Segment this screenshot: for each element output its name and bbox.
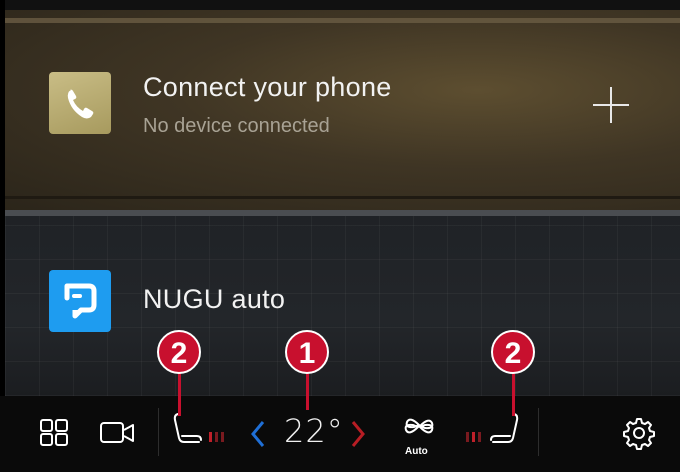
app-grid-icon[interactable] [40, 419, 70, 452]
bar-divider [158, 408, 159, 456]
temperature-callout: 1 [285, 330, 329, 374]
left-seat-callout: 2 [157, 330, 201, 374]
infotainment-screen: Connect your phone No device connected N… [0, 0, 680, 472]
settings-icon[interactable] [622, 416, 656, 455]
temperature-value[interactable]: 22° [284, 412, 344, 450]
nugu-tile-title: NUGU auto [143, 284, 286, 314]
driver-seat-icon[interactable] [170, 410, 204, 455]
callout-leader-line [178, 370, 181, 416]
seat-heat-level-icon [466, 429, 482, 447]
nugu-icon[interactable] [49, 270, 111, 332]
bar-divider [538, 408, 539, 456]
seat-heat-level-icon [209, 429, 225, 447]
tile-bottom-divider [5, 196, 680, 199]
tile-top-divider [5, 18, 680, 23]
plus-icon[interactable] [590, 84, 632, 126]
fan-mode-label: Auto [405, 446, 428, 457]
camera-icon[interactable] [100, 421, 136, 450]
temp-increase-icon[interactable] [350, 420, 366, 453]
right-seat-callout: 2 [491, 330, 535, 374]
fan-icon[interactable] [403, 410, 435, 447]
passenger-seat-icon[interactable] [488, 410, 522, 455]
tile-top-divider [5, 210, 680, 216]
phone-icon[interactable] [49, 72, 111, 134]
temp-decrease-icon[interactable] [250, 420, 266, 453]
screen-top-frame [0, 0, 680, 10]
phone-tile-title: Connect your phone [143, 72, 392, 102]
callout-leader-line [512, 370, 515, 416]
phone-tile-subtitle: No device connected [143, 115, 330, 137]
callout-leader-line [306, 370, 309, 410]
